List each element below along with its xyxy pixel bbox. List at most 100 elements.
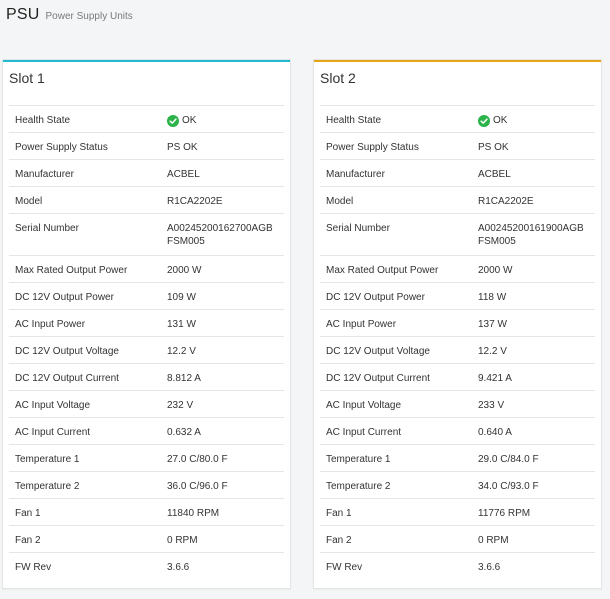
property-label: Fan 1 xyxy=(15,508,41,519)
page-title: PSU xyxy=(6,6,40,23)
psu-slot-1-panel: Slot 1 Health State OK Power Supply Stat… xyxy=(2,59,291,589)
property-value: 0.632 A xyxy=(167,427,201,438)
property-row-fw-rev: FW Rev 3.6.6 xyxy=(320,553,595,580)
property-row-fw-rev: FW Rev 3.6.6 xyxy=(9,553,284,580)
property-row-serial-number: Serial Number A00245200161900AGB FSM005 xyxy=(320,214,595,256)
property-label: Fan 2 xyxy=(326,535,352,546)
property-label: Model xyxy=(326,196,354,207)
property-label: Temperature 1 xyxy=(15,454,80,465)
property-value: 2000 W xyxy=(167,265,202,276)
property-row-dc-12v-output-power: DC 12V Output Power 109 W xyxy=(9,283,284,310)
property-value: 3.6.6 xyxy=(167,562,190,573)
property-label: AC Input Voltage xyxy=(326,400,402,411)
property-value: 109 W xyxy=(167,292,196,303)
property-value: 27.0 C/80.0 F xyxy=(167,454,228,465)
property-label: Temperature 2 xyxy=(326,481,391,492)
property-row-temperature-1: Temperature 1 27.0 C/80.0 F xyxy=(9,445,284,472)
property-value: PS OK xyxy=(167,142,198,153)
property-label: AC Input Current xyxy=(15,427,91,438)
property-label: Temperature 1 xyxy=(326,454,391,465)
property-row-max-rated-output-power: Max Rated Output Power 2000 W xyxy=(9,256,284,283)
property-value: 0 RPM xyxy=(478,535,509,546)
psu-properties-table: Health State OK Power Supply Status PS O… xyxy=(9,105,284,580)
property-value: PS OK xyxy=(478,142,509,153)
property-row-manufacturer: Manufacturer ACBEL xyxy=(320,160,595,187)
property-row-dc-12v-output-current: DC 12V Output Current 9.421 A xyxy=(320,364,595,391)
panel-accent-bar xyxy=(3,60,290,62)
property-row-ac-input-power: AC Input Power 137 W xyxy=(320,310,595,337)
property-value: OK xyxy=(478,106,595,132)
page-subtitle: Power Supply Units xyxy=(45,11,133,22)
property-label: Temperature 2 xyxy=(15,481,80,492)
property-label: Manufacturer xyxy=(15,169,74,180)
health-status: OK xyxy=(478,114,507,127)
check-circle-icon xyxy=(167,114,179,127)
property-label: DC 12V Output Current xyxy=(15,373,119,384)
property-value: 29.0 C/84.0 F xyxy=(478,454,539,465)
property-value: 0.640 A xyxy=(478,427,512,438)
health-status: OK xyxy=(167,114,196,127)
serial-number-line-1: A00245200162700AGB xyxy=(167,223,273,234)
property-label: FW Rev xyxy=(15,562,52,573)
property-row-power-supply-status: Power Supply Status PS OK xyxy=(320,133,595,160)
property-label: DC 12V Output Voltage xyxy=(15,346,119,357)
property-label: Fan 1 xyxy=(326,508,352,519)
property-label: Power Supply Status xyxy=(15,142,108,153)
serial-number-line-2: FSM005 xyxy=(167,236,205,247)
property-row-fan-2: Fan 2 0 RPM xyxy=(9,526,284,553)
property-row-ac-input-power: AC Input Power 131 W xyxy=(9,310,284,337)
property-row-dc-12v-output-voltage: DC 12V Output Voltage 12.2 V xyxy=(9,337,284,364)
property-row-temperature-2: Temperature 2 34.0 C/93.0 F xyxy=(320,472,595,499)
property-label: Model xyxy=(15,196,43,207)
property-value: 118 W xyxy=(478,292,507,303)
property-row-ac-input-current: AC Input Current 0.632 A xyxy=(9,418,284,445)
property-value: OK xyxy=(167,106,284,132)
property-row-serial-number: Serial Number A00245200162700AGB FSM005 xyxy=(9,214,284,256)
property-value: A00245200161900AGB FSM005 xyxy=(478,214,595,255)
property-label: AC Input Current xyxy=(326,427,402,438)
psu-slot-2-panel: Slot 2 Health State OK Power Supply Stat… xyxy=(313,59,602,589)
property-label: Health State xyxy=(15,115,71,126)
property-row-manufacturer: Manufacturer ACBEL xyxy=(9,160,284,187)
check-circle-icon xyxy=(478,114,490,127)
property-label: Fan 2 xyxy=(15,535,41,546)
psu-properties-table: Health State OK Power Supply Status PS O… xyxy=(320,105,595,580)
property-label: AC Input Voltage xyxy=(15,400,91,411)
property-row-dc-12v-output-voltage: DC 12V Output Voltage 12.2 V xyxy=(320,337,595,364)
property-value: ACBEL xyxy=(478,169,511,180)
property-value: 11840 RPM xyxy=(167,508,220,519)
property-value: 11776 RPM xyxy=(478,508,531,519)
property-value: A00245200162700AGB FSM005 xyxy=(167,214,284,255)
property-label: Manufacturer xyxy=(326,169,385,180)
property-label: Max Rated Output Power xyxy=(15,265,128,276)
health-status-text: OK xyxy=(493,115,508,126)
property-value: R1CA2202E xyxy=(167,196,223,207)
property-label: FW Rev xyxy=(326,562,363,573)
serial-number-line-2: FSM005 xyxy=(478,236,516,247)
property-row-ac-input-current: AC Input Current 0.640 A xyxy=(320,418,595,445)
property-value: 12.2 V xyxy=(167,346,196,357)
panel-title: Slot 2 xyxy=(320,70,356,86)
property-label: DC 12V Output Power xyxy=(326,292,425,303)
property-label: AC Input Power xyxy=(15,319,86,330)
property-label: Serial Number xyxy=(15,223,79,234)
property-label: Max Rated Output Power xyxy=(326,265,439,276)
property-label: Serial Number xyxy=(326,223,390,234)
property-row-fan-1: Fan 1 11840 RPM xyxy=(9,499,284,526)
property-row-ac-input-voltage: AC Input Voltage 233 V xyxy=(320,391,595,418)
property-value: ACBEL xyxy=(167,169,200,180)
property-value: 3.6.6 xyxy=(478,562,501,573)
property-row-max-rated-output-power: Max Rated Output Power 2000 W xyxy=(320,256,595,283)
serial-number-line-1: A00245200161900AGB xyxy=(478,223,584,234)
property-row-dc-12v-output-power: DC 12V Output Power 118 W xyxy=(320,283,595,310)
property-value: 131 W xyxy=(167,319,196,330)
property-row-dc-12v-output-current: DC 12V Output Current 8.812 A xyxy=(9,364,284,391)
property-row-power-supply-status: Power Supply Status PS OK xyxy=(9,133,284,160)
property-label: DC 12V Output Current xyxy=(326,373,430,384)
property-label: AC Input Power xyxy=(326,319,397,330)
property-row-model: Model R1CA2202E xyxy=(9,187,284,214)
property-label: Power Supply Status xyxy=(326,142,419,153)
property-label: DC 12V Output Voltage xyxy=(326,346,430,357)
panel-accent-bar xyxy=(314,60,601,62)
property-row-health-state: Health State OK xyxy=(320,106,595,133)
